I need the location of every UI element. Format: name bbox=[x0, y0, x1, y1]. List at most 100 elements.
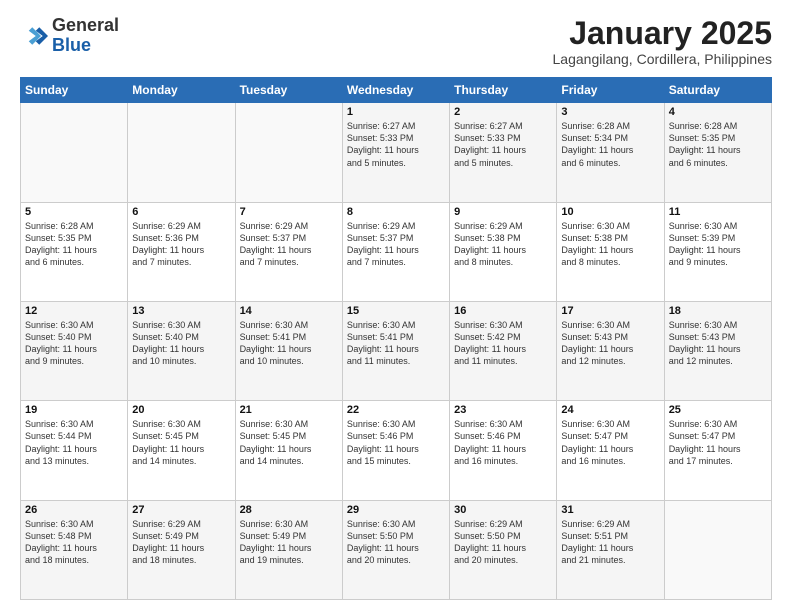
calendar-cell: 26 Sunrise: 6:30 AM Sunset: 5:48 PM Dayli… bbox=[21, 500, 128, 599]
day-number: 8 bbox=[347, 206, 445, 218]
day-info: Sunrise: 6:30 AM Sunset: 5:47 PM Dayligh… bbox=[561, 418, 659, 467]
calendar-cell: 29Sunrise: 6:30 AM Sunset: 5:50 PM Dayli… bbox=[342, 500, 449, 599]
day-number: 28 bbox=[240, 504, 338, 516]
calendar-cell bbox=[21, 103, 128, 202]
day-number: 1 bbox=[347, 106, 445, 118]
day-number: 15 bbox=[347, 305, 445, 317]
day-number: 2 bbox=[454, 106, 552, 118]
day-info: Sunrise: 6:28 AM Sunset: 5:35 PM Dayligh… bbox=[669, 120, 767, 169]
logo-blue: Blue bbox=[52, 35, 91, 55]
day-info: Sunrise: 6:30 AM Sunset: 5:45 PM Dayligh… bbox=[132, 418, 230, 467]
calendar-cell: 5 Sunrise: 6:28 AM Sunset: 5:35 PM Daylig… bbox=[21, 202, 128, 301]
day-info: Sunrise: 6:27 AM Sunset: 5:33 PM Dayligh… bbox=[454, 120, 552, 169]
calendar-cell bbox=[664, 500, 771, 599]
calendar-cell: 25 Sunrise: 6:30 AM Sunset: 5:47 PM Dayli… bbox=[664, 401, 771, 500]
day-number: 29 bbox=[347, 504, 445, 516]
day-info: Sunrise: 6:30 AM Sunset: 5:46 PM Dayligh… bbox=[347, 418, 445, 467]
calendar-cell: 16 Sunrise: 6:30 AM Sunset: 5:42 PM Dayli… bbox=[450, 301, 557, 400]
day-info: Sunrise: 6:29 AM Sunset: 5:50 PM Dayligh… bbox=[454, 518, 552, 567]
day-number: 5 bbox=[25, 206, 123, 218]
header: General Blue January 2025 Lagangilang, C… bbox=[20, 16, 772, 67]
day-number: 12 bbox=[25, 305, 123, 317]
day-number: 27 bbox=[132, 504, 230, 516]
day-info: Sunrise: 6:29 AM Sunset: 5:37 PM Dayligh… bbox=[347, 220, 445, 269]
day-info: Sunrise: 6:30 AM Sunset: 5:49 PM Dayligh… bbox=[240, 518, 338, 567]
calendar-cell: 15 Sunrise: 6:30 AM Sunset: 5:41 PM Dayli… bbox=[342, 301, 449, 400]
calendar-cell: 12 Sunrise: 6:30 AM Sunset: 5:40 PM Dayli… bbox=[21, 301, 128, 400]
day-info: Sunrise: 6:27 AM Sunset: 5:33 PM Dayligh… bbox=[347, 120, 445, 169]
day-info: Sunrise: 6:30 AM Sunset: 5:46 PM Dayligh… bbox=[454, 418, 552, 467]
day-info: Sunrise: 6:30 AM Sunset: 5:44 PM Dayligh… bbox=[25, 418, 123, 467]
calendar-cell: 21 Sunrise: 6:30 AM Sunset: 5:45 PM Dayli… bbox=[235, 401, 342, 500]
calendar-cell: 2 Sunrise: 6:27 AM Sunset: 5:33 PM Daylig… bbox=[450, 103, 557, 202]
day-info: Sunrise: 6:30 AM Sunset: 5:40 PM Dayligh… bbox=[25, 319, 123, 368]
calendar-cell: 10 Sunrise: 6:30 AM Sunset: 5:38 PM Dayli… bbox=[557, 202, 664, 301]
day-info: Sunrise: 6:30 AM Sunset: 5:38 PM Dayligh… bbox=[561, 220, 659, 269]
calendar-cell: 18 Sunrise: 6:30 AM Sunset: 5:43 PM Dayli… bbox=[664, 301, 771, 400]
calendar-cell: 6Sunrise: 6:29 AM Sunset: 5:36 PM Daylig… bbox=[128, 202, 235, 301]
day-info: Sunrise: 6:30 AM Sunset: 5:47 PM Dayligh… bbox=[669, 418, 767, 467]
day-number: 31 bbox=[561, 504, 659, 516]
day-number: 24 bbox=[561, 404, 659, 416]
day-number: 11 bbox=[669, 206, 767, 218]
calendar-cell: 11Sunrise: 6:30 AM Sunset: 5:39 PM Dayli… bbox=[664, 202, 771, 301]
title-block: January 2025 Lagangilang, Cordillera, Ph… bbox=[553, 16, 772, 67]
day-info: Sunrise: 6:29 AM Sunset: 5:49 PM Dayligh… bbox=[132, 518, 230, 567]
calendar-cell: 9 Sunrise: 6:29 AM Sunset: 5:38 PM Daylig… bbox=[450, 202, 557, 301]
calendar-cell: 27 Sunrise: 6:29 AM Sunset: 5:49 PM Dayli… bbox=[128, 500, 235, 599]
page: General Blue January 2025 Lagangilang, C… bbox=[0, 0, 792, 612]
calendar-day-header: Thursday bbox=[450, 78, 557, 103]
calendar-cell: 30Sunrise: 6:29 AM Sunset: 5:50 PM Dayli… bbox=[450, 500, 557, 599]
calendar-week-row: 19 Sunrise: 6:30 AM Sunset: 5:44 PM Dayli… bbox=[21, 401, 772, 500]
logo-general: General bbox=[52, 15, 119, 35]
calendar-header-row: SundayMondayTuesdayWednesdayThursdayFrid… bbox=[21, 78, 772, 103]
day-info: Sunrise: 6:29 AM Sunset: 5:38 PM Dayligh… bbox=[454, 220, 552, 269]
day-number: 3 bbox=[561, 106, 659, 118]
calendar-cell: 23 Sunrise: 6:30 AM Sunset: 5:46 PM Dayli… bbox=[450, 401, 557, 500]
day-info: Sunrise: 6:30 AM Sunset: 5:41 PM Dayligh… bbox=[347, 319, 445, 368]
subtitle: Lagangilang, Cordillera, Philippines bbox=[553, 51, 772, 67]
calendar-cell: 4Sunrise: 6:28 AM Sunset: 5:35 PM Daylig… bbox=[664, 103, 771, 202]
day-info: Sunrise: 6:30 AM Sunset: 5:40 PM Dayligh… bbox=[132, 319, 230, 368]
day-number: 21 bbox=[240, 404, 338, 416]
calendar-cell: 1 Sunrise: 6:27 AM Sunset: 5:33 PM Daylig… bbox=[342, 103, 449, 202]
day-number: 9 bbox=[454, 206, 552, 218]
day-info: Sunrise: 6:30 AM Sunset: 5:45 PM Dayligh… bbox=[240, 418, 338, 467]
calendar-cell: 14Sunrise: 6:30 AM Sunset: 5:41 PM Dayli… bbox=[235, 301, 342, 400]
calendar-day-header: Sunday bbox=[21, 78, 128, 103]
calendar-week-row: 5 Sunrise: 6:28 AM Sunset: 5:35 PM Daylig… bbox=[21, 202, 772, 301]
day-number: 19 bbox=[25, 404, 123, 416]
day-number: 23 bbox=[454, 404, 552, 416]
day-info: Sunrise: 6:28 AM Sunset: 5:34 PM Dayligh… bbox=[561, 120, 659, 169]
day-info: Sunrise: 6:28 AM Sunset: 5:35 PM Dayligh… bbox=[25, 220, 123, 269]
calendar-cell bbox=[235, 103, 342, 202]
day-number: 25 bbox=[669, 404, 767, 416]
day-info: Sunrise: 6:30 AM Sunset: 5:48 PM Dayligh… bbox=[25, 518, 123, 567]
calendar-week-row: 26 Sunrise: 6:30 AM Sunset: 5:48 PM Dayli… bbox=[21, 500, 772, 599]
logo-icon bbox=[20, 22, 48, 50]
day-info: Sunrise: 6:30 AM Sunset: 5:42 PM Dayligh… bbox=[454, 319, 552, 368]
day-info: Sunrise: 6:30 AM Sunset: 5:43 PM Dayligh… bbox=[561, 319, 659, 368]
month-title: January 2025 bbox=[553, 16, 772, 51]
day-info: Sunrise: 6:29 AM Sunset: 5:37 PM Dayligh… bbox=[240, 220, 338, 269]
day-number: 16 bbox=[454, 305, 552, 317]
day-info: Sunrise: 6:29 AM Sunset: 5:51 PM Dayligh… bbox=[561, 518, 659, 567]
calendar-cell: 19 Sunrise: 6:30 AM Sunset: 5:44 PM Dayli… bbox=[21, 401, 128, 500]
day-info: Sunrise: 6:29 AM Sunset: 5:36 PM Dayligh… bbox=[132, 220, 230, 269]
day-number: 18 bbox=[669, 305, 767, 317]
calendar-cell: 31 Sunrise: 6:29 AM Sunset: 5:51 PM Dayli… bbox=[557, 500, 664, 599]
day-number: 14 bbox=[240, 305, 338, 317]
day-number: 26 bbox=[25, 504, 123, 516]
calendar-cell: 24 Sunrise: 6:30 AM Sunset: 5:47 PM Dayli… bbox=[557, 401, 664, 500]
calendar-week-row: 1 Sunrise: 6:27 AM Sunset: 5:33 PM Daylig… bbox=[21, 103, 772, 202]
calendar-cell: 20 Sunrise: 6:30 AM Sunset: 5:45 PM Dayli… bbox=[128, 401, 235, 500]
day-number: 10 bbox=[561, 206, 659, 218]
calendar-cell: 8 Sunrise: 6:29 AM Sunset: 5:37 PM Daylig… bbox=[342, 202, 449, 301]
day-info: Sunrise: 6:30 AM Sunset: 5:43 PM Dayligh… bbox=[669, 319, 767, 368]
calendar-day-header: Tuesday bbox=[235, 78, 342, 103]
calendar-week-row: 12 Sunrise: 6:30 AM Sunset: 5:40 PM Dayli… bbox=[21, 301, 772, 400]
calendar-day-header: Saturday bbox=[664, 78, 771, 103]
day-number: 20 bbox=[132, 404, 230, 416]
calendar-day-header: Wednesday bbox=[342, 78, 449, 103]
logo-text: General Blue bbox=[52, 16, 119, 56]
